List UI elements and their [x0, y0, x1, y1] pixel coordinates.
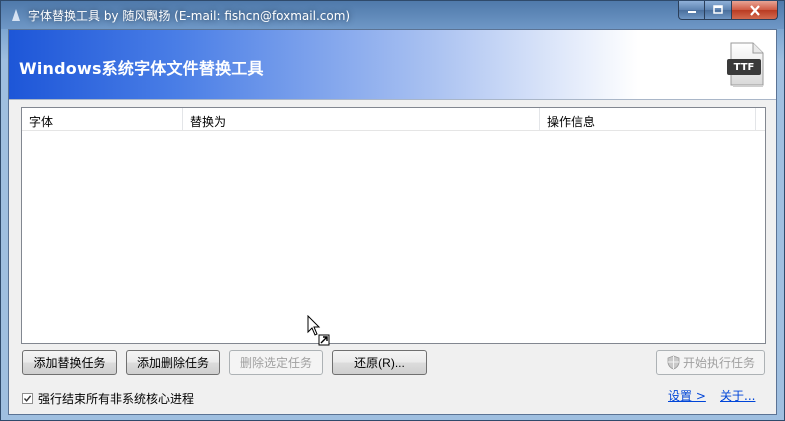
app-window: 字体替换工具 by 随风飘扬 (E-mail: fishcn@foxmail.c…: [0, 0, 785, 421]
maximize-icon: [713, 5, 723, 14]
settings-link[interactable]: 设置 >: [668, 387, 706, 404]
minimize-button[interactable]: [678, 1, 705, 20]
add-replace-task-button[interactable]: 添加替换任务: [22, 350, 117, 375]
task-list[interactable]: 字体 替换为 操作信息: [21, 107, 766, 346]
delete-selected-task-button[interactable]: 删除选定任务: [229, 350, 323, 375]
uac-shield-icon: [667, 355, 680, 370]
list-header: 字体 替换为 操作信息: [22, 108, 765, 131]
checkmark-icon: [23, 395, 32, 402]
maximize-button[interactable]: [705, 1, 732, 20]
column-header-operation-info[interactable]: 操作信息: [540, 108, 756, 131]
close-button[interactable]: [732, 1, 778, 20]
minimize-icon: [687, 11, 696, 13]
column-header-font[interactable]: 字体: [22, 108, 183, 131]
close-icon: [749, 4, 760, 16]
about-link[interactable]: 关于...: [720, 387, 755, 404]
window-title: 字体替换工具 by 随风飘扬 (E-mail: fishcn@foxmail.c…: [28, 9, 351, 23]
window-controls: [678, 1, 778, 20]
start-tasks-label: 开始执行任务: [683, 356, 756, 370]
force-kill-checkbox[interactable]: [22, 393, 33, 404]
ttf-badge: TTF: [727, 59, 761, 75]
force-kill-option[interactable]: 强行结束所有非系统核心进程: [22, 390, 194, 407]
start-tasks-button[interactable]: 开始执行任务: [656, 350, 765, 375]
client-area: Windows系统字体文件替换工具 TTF 字体 替换为 操作信息 添加替换任务…: [8, 29, 777, 415]
header-banner: Windows系统字体文件替换工具 TTF: [9, 30, 776, 100]
title-bar[interactable]: 字体替换工具 by 随风飘扬 (E-mail: fishcn@foxmail.c…: [1, 1, 784, 29]
column-header-replace-with[interactable]: 替换为: [183, 108, 540, 131]
app-icon: [11, 8, 21, 22]
banner-title: Windows系统字体文件替换工具: [19, 59, 264, 78]
mouse-cursor-icon: [307, 315, 330, 346]
force-kill-label: 强行结束所有非系统核心进程: [38, 392, 195, 406]
add-delete-task-button[interactable]: 添加删除任务: [126, 350, 220, 375]
restore-button[interactable]: 还原(R)...: [332, 350, 427, 375]
column-header-filler: [756, 108, 765, 131]
